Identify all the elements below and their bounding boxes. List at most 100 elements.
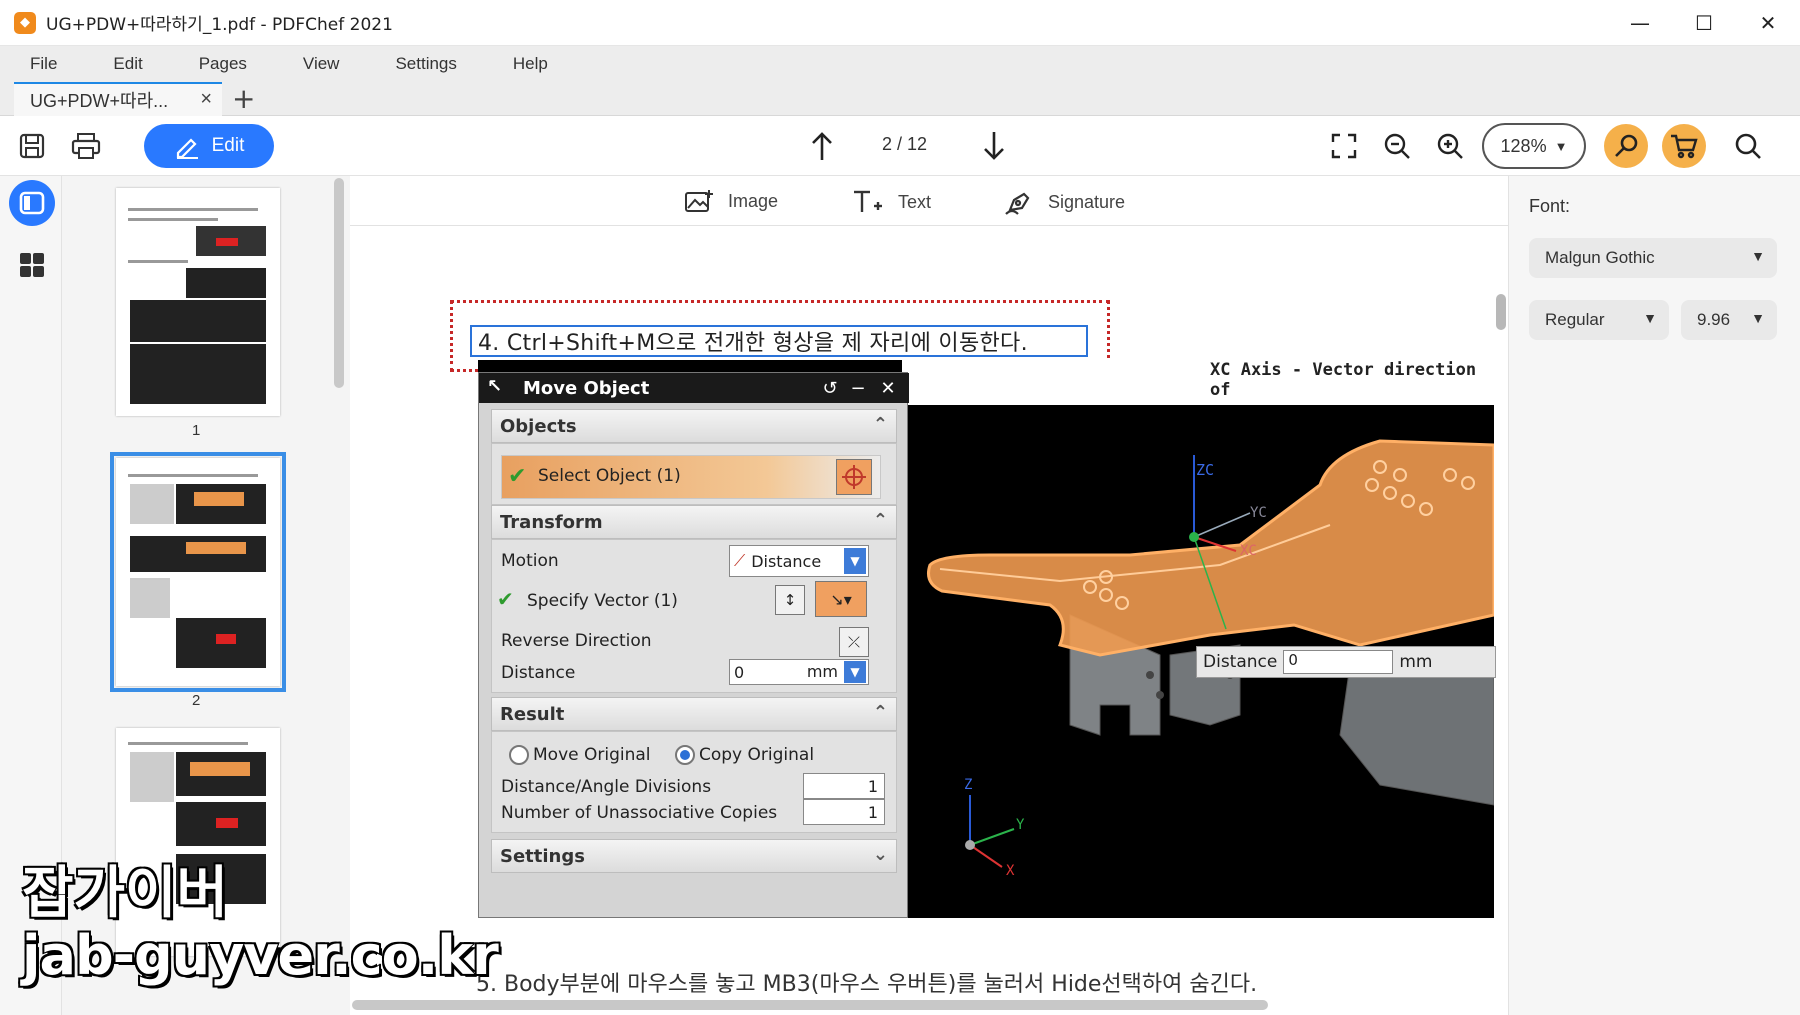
motion-label: Motion bbox=[501, 551, 559, 571]
format-panel: Font: Malgun Gothic ▼ Regular ▼ 9.96 ▼ bbox=[1508, 176, 1800, 1015]
page-indicator[interactable]: 2 / 12 bbox=[882, 134, 927, 155]
vector-type-select[interactable]: ↘▾ bbox=[815, 581, 867, 617]
text-icon bbox=[854, 190, 882, 212]
thumbnails-view-button[interactable] bbox=[9, 180, 55, 226]
crosshair-icon[interactable] bbox=[836, 459, 872, 495]
divisions-value: 1 bbox=[867, 776, 878, 796]
popup-distance-input[interactable]: 0 bbox=[1283, 650, 1394, 674]
section-settings[interactable]: Settings ⌄ bbox=[491, 839, 897, 873]
font-label: Font: bbox=[1529, 196, 1571, 216]
dialog-minimize-icon[interactable]: − bbox=[845, 376, 871, 400]
distance-input[interactable]: 0 mm ▼ bbox=[729, 659, 869, 685]
cart-button[interactable] bbox=[1662, 124, 1706, 168]
distance-menu-icon[interactable]: ▼ bbox=[844, 661, 866, 683]
move-original-label: Move Original bbox=[533, 745, 651, 765]
axis-xc: XC bbox=[1240, 543, 1257, 559]
select-object-row[interactable]: ✔ Select Object (1) bbox=[501, 455, 881, 499]
search-icon[interactable] bbox=[1732, 130, 1764, 162]
font-family-select[interactable]: Malgun Gothic ▼ bbox=[1529, 238, 1777, 278]
page-thumbnail-selected[interactable] bbox=[110, 452, 286, 692]
vector-arrow-icon: ↘▾ bbox=[830, 589, 852, 609]
print-icon[interactable] bbox=[70, 130, 102, 162]
menu-help[interactable]: Help bbox=[513, 54, 548, 74]
copy-original-radio[interactable]: Copy Original bbox=[675, 745, 814, 765]
dialog-reset-icon[interactable]: ↺ bbox=[817, 376, 843, 400]
insert-image-button[interactable]: Image bbox=[684, 188, 778, 214]
menu-pages[interactable]: Pages bbox=[199, 54, 247, 74]
distance-popup[interactable]: Distance 0 mm bbox=[1196, 646, 1496, 678]
doc-heading-text[interactable]: 4. Ctrl+Shift+M으로 전개한 형상을 제 자리에 이동한다. bbox=[470, 325, 1088, 357]
font-size-select[interactable]: 9.96 ▼ bbox=[1681, 300, 1777, 340]
insert-signature-button[interactable]: Signature bbox=[1004, 188, 1125, 216]
font-style-select[interactable]: Regular ▼ bbox=[1529, 300, 1669, 340]
page-thumbnail[interactable] bbox=[116, 188, 280, 416]
insert-text-button[interactable]: Text bbox=[852, 188, 931, 216]
font-family-value: Malgun Gothic bbox=[1545, 248, 1655, 267]
image-icon bbox=[685, 190, 713, 212]
radio-copy-original[interactable] bbox=[675, 745, 695, 765]
grey-leg-right bbox=[1339, 664, 1494, 806]
doc-step5-text[interactable]: 5. Body부분에 마우스를 놓고 MB3(마우스 우버튼)를 눌러서 Hid… bbox=[476, 966, 1257, 998]
previous-page-arrow-icon[interactable] bbox=[806, 130, 838, 162]
edit-button[interactable]: Edit bbox=[144, 124, 274, 168]
thumbnail-scrollbar[interactable] bbox=[334, 178, 344, 388]
save-icon[interactable] bbox=[16, 130, 48, 162]
edit-button-label: Edit bbox=[211, 135, 245, 156]
chevron-up-icon: ⌃ bbox=[872, 702, 888, 723]
reverse-direction-icon[interactable]: ⤫ bbox=[839, 627, 869, 657]
motion-select[interactable]: ⟋ Distance ▼ bbox=[729, 545, 869, 577]
distance-line-icon: ⟋ bbox=[734, 551, 746, 570]
watermark-line2: jab-guyver.co.kr bbox=[21, 923, 500, 988]
divisions-label: Distance/Angle Divisions bbox=[501, 777, 712, 797]
popup-distance-label: Distance bbox=[1203, 652, 1278, 672]
zoom-select[interactable]: 128% ▼ bbox=[1482, 123, 1586, 169]
maximize-button[interactable]: ☐ bbox=[1672, 0, 1736, 46]
chevron-down-icon: ▼ bbox=[1643, 310, 1657, 326]
minimize-button[interactable]: — bbox=[1608, 0, 1672, 46]
vector-dialog-icon[interactable]: ↕ bbox=[775, 585, 805, 615]
dropdown-arrow-icon[interactable]: ▼ bbox=[844, 548, 866, 574]
panel-icon bbox=[19, 191, 45, 215]
copies-input[interactable]: 1 bbox=[803, 799, 885, 825]
divisions-input[interactable]: 1 bbox=[803, 773, 885, 799]
menu-edit[interactable]: Edit bbox=[113, 54, 142, 74]
move-original-radio[interactable]: Move Original bbox=[509, 745, 651, 765]
menu-view[interactable]: View bbox=[303, 54, 340, 74]
insert-signature-label: Signature bbox=[1048, 191, 1126, 212]
menu-file[interactable]: File bbox=[30, 54, 57, 74]
next-page-arrow-icon[interactable] bbox=[978, 130, 1010, 162]
motion-value: Distance bbox=[751, 551, 822, 571]
tab-label: UG+PDW+따라... bbox=[30, 91, 169, 111]
dialog-title-text: Move Object bbox=[523, 377, 650, 399]
checkmark-icon: ✔ bbox=[497, 587, 514, 611]
menu-settings[interactable]: Settings bbox=[395, 54, 456, 74]
tab-close-icon[interactable]: × bbox=[200, 88, 212, 111]
radio-move-original[interactable] bbox=[509, 745, 529, 765]
find-tool-button[interactable] bbox=[1604, 124, 1648, 168]
chevron-up-icon: ⌃ bbox=[872, 510, 888, 531]
copy-original-label: Copy Original bbox=[699, 745, 815, 765]
reverse-direction-label: Reverse Direction bbox=[501, 631, 652, 651]
document-vertical-scrollbar[interactable] bbox=[1496, 294, 1506, 330]
add-tab-button[interactable]: + bbox=[232, 82, 255, 116]
zoom-in-icon[interactable] bbox=[1434, 130, 1466, 162]
popup-distance-unit: mm bbox=[1399, 652, 1433, 672]
document-horizontal-scrollbar[interactable] bbox=[352, 1000, 1268, 1010]
grid-view-button[interactable] bbox=[9, 242, 55, 288]
close-button[interactable]: ✕ bbox=[1736, 0, 1800, 46]
copies-value: 1 bbox=[867, 802, 878, 822]
zoom-out-icon[interactable] bbox=[1381, 130, 1413, 162]
section-result[interactable]: Result ⌃ bbox=[491, 697, 897, 731]
insert-text-label: Text bbox=[898, 191, 932, 212]
tab-document[interactable]: UG+PDW+따라... × bbox=[14, 82, 222, 116]
triad-x: X bbox=[1006, 863, 1015, 879]
pencil-icon bbox=[176, 138, 198, 159]
main-toolbar: Edit 2 / 12 128% ▼ bbox=[0, 116, 1800, 176]
fullscreen-icon[interactable] bbox=[1328, 130, 1360, 162]
menu-bar: File Edit Pages View Settings Help bbox=[0, 46, 1800, 82]
embedded-screenshot[interactable]: XC Axis - Vector direction of ↖ Move Obj… bbox=[478, 360, 1496, 918]
section-objects[interactable]: Objects ⌃ bbox=[491, 409, 897, 443]
nx-header-text: XC Axis - Vector direction of bbox=[1210, 360, 1477, 400]
dialog-close-icon[interactable]: ✕ bbox=[875, 376, 901, 400]
section-transform[interactable]: Transform ⌃ bbox=[491, 505, 897, 539]
